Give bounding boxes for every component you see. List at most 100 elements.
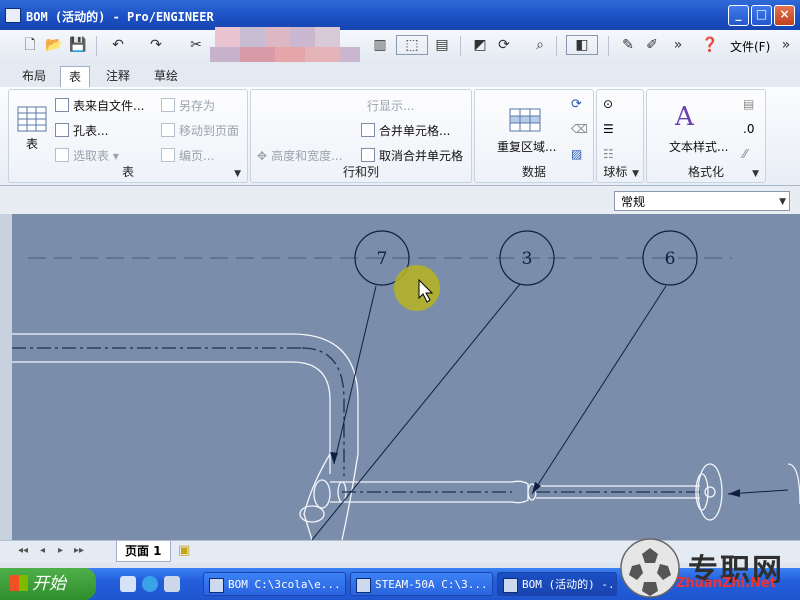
- format-group-menu-icon[interactable]: ▼: [752, 169, 759, 179]
- table-button[interactable]: 表: [15, 106, 49, 152]
- unmerge-cells-label: 取消合并单元格: [379, 149, 464, 163]
- style-select[interactable]: 常规 ▼: [614, 191, 790, 211]
- zoom-icon[interactable]: ⌕: [530, 35, 550, 55]
- table-file-icon: [55, 98, 69, 112]
- watermark-url: ZhuanZhi.Net: [676, 576, 776, 591]
- minimize-button[interactable]: _: [728, 5, 749, 26]
- help-icon[interactable]: ❓: [700, 35, 720, 55]
- redo-icon[interactable]: ↷: [146, 35, 166, 55]
- data-group-label: 数据: [521, 165, 546, 179]
- format-props-icon[interactable]: ▤: [743, 97, 754, 111]
- decimal-icon[interactable]: .0: [743, 122, 754, 136]
- ribbon: 表 表来自文件... 孔表... 选取表 ▾ 另存为 移动到页面 编页... 表…: [0, 87, 800, 186]
- drawing-canvas[interactable]: 7 3 6: [12, 214, 800, 540]
- start-label: 开始: [32, 574, 66, 594]
- repeat-region-label: 重复区域...: [497, 140, 557, 154]
- more-right-icon[interactable]: »: [776, 35, 796, 55]
- task-label: BOM C:\3cola\e...: [228, 578, 341, 591]
- window-icon: [503, 578, 518, 593]
- cut-icon[interactable]: ✂: [186, 35, 206, 55]
- drawing-svg: 7 3 6: [12, 230, 800, 540]
- rows-cols-group: ✥ 高度和宽度... 行显示... 合并单元格... 取消合并单元格 行和列: [250, 89, 472, 183]
- balloon-7-label: 7: [377, 249, 388, 269]
- unmerge-cells-button[interactable]: 取消合并单元格: [361, 147, 463, 164]
- open-folder-icon[interactable]: 📂: [44, 35, 64, 55]
- new-file-icon[interactable]: 🗋: [20, 35, 40, 55]
- task-bom-file[interactable]: BOM C:\3cola\e...: [203, 572, 346, 596]
- new-page-icon[interactable]: ▣: [178, 543, 190, 558]
- next-page-icon[interactable]: ▸: [58, 545, 63, 556]
- task-bom-active[interactable]: BOM (活动的) -...: [497, 572, 617, 596]
- merge-cells-button[interactable]: 合并单元格...: [361, 122, 450, 139]
- first-page-icon[interactable]: ◂◂: [18, 545, 28, 556]
- balloon-3-label: 3: [522, 249, 533, 269]
- tab-layout[interactable]: 布局: [14, 66, 54, 86]
- maximize-button[interactable]: □: [751, 5, 772, 26]
- windows-logo-icon: [10, 575, 28, 591]
- table-icon: [17, 106, 47, 132]
- balloon-group-label: 球标: [603, 165, 628, 179]
- app-icon: [5, 8, 21, 23]
- row-display-button[interactable]: 行显示...: [367, 97, 414, 114]
- pipe-geometry: [12, 333, 800, 540]
- undo-icon[interactable]: ↶: [108, 35, 128, 55]
- paginate-label: 编页...: [179, 149, 215, 163]
- update-icon[interactable]: ⟳: [571, 97, 582, 112]
- copy-format-icon[interactable]: ▥: [370, 35, 390, 55]
- more-icon[interactable]: »: [668, 35, 688, 55]
- eraser-icon[interactable]: ⌫: [571, 122, 588, 136]
- data-group: 重复区域... ⟳ ⌫ ▨ 数据: [474, 89, 594, 183]
- hole-table-icon: [55, 123, 69, 137]
- select-box-icon[interactable]: ⬚: [396, 35, 428, 55]
- pen-icon[interactable]: ✐: [642, 35, 662, 55]
- height-width-label: 高度和宽度...: [271, 149, 343, 163]
- start-button[interactable]: 开始: [0, 568, 96, 600]
- balloon-group-menu-icon[interactable]: ▼: [632, 169, 639, 179]
- canvas-left-strip: [0, 214, 12, 540]
- paginate-button[interactable]: 编页...: [161, 147, 214, 164]
- page-tab[interactable]: 页面 1: [116, 541, 171, 562]
- show-desktop-icon[interactable]: [120, 576, 136, 592]
- tab-annotate[interactable]: 注释: [98, 66, 138, 86]
- select-table-button[interactable]: 选取表 ▾: [55, 147, 119, 164]
- edit-icon[interactable]: ◩: [470, 35, 490, 55]
- hole-table-button[interactable]: 孔表...: [55, 122, 108, 139]
- properties-icon[interactable]: ▤: [432, 35, 452, 55]
- paint-icon[interactable]: ✎: [618, 35, 638, 55]
- task-label: STEAM-50A C:\3...: [375, 578, 488, 591]
- switch-symbol-icon[interactable]: ▨: [571, 147, 582, 161]
- balloon-list-icon[interactable]: ☰: [603, 122, 614, 136]
- close-button[interactable]: ×: [774, 5, 795, 26]
- repeat-region-button[interactable]: [495, 108, 555, 135]
- save-as-icon: [161, 98, 175, 112]
- tab-table[interactable]: 表: [60, 66, 91, 87]
- table-from-file-button[interactable]: 表来自文件...: [55, 97, 144, 114]
- unmerge-cells-icon: [361, 148, 375, 162]
- hatch-icon[interactable]: ⁄⁄: [743, 147, 747, 161]
- text-style-icon[interactable]: A: [675, 102, 694, 132]
- height-width-button[interactable]: ✥ 高度和宽度...: [257, 147, 343, 164]
- save-icon[interactable]: 💾: [68, 35, 88, 55]
- balloon-clean-icon[interactable]: ☷: [603, 147, 614, 161]
- move-to-page-button[interactable]: 移动到页面: [161, 122, 239, 139]
- repeat-region-icon: [509, 108, 541, 132]
- format-group-label: 格式化: [687, 165, 724, 179]
- display-style-icon[interactable]: ◧: [566, 35, 598, 55]
- tab-sketch[interactable]: 草绘: [146, 66, 186, 86]
- media-icon[interactable]: [164, 576, 180, 592]
- ie-icon[interactable]: [142, 576, 158, 592]
- row-display-label: 行显示...: [367, 99, 415, 113]
- table-group-menu-icon[interactable]: ▼: [234, 169, 241, 179]
- window-icon: [209, 578, 224, 593]
- regenerate-icon[interactable]: ⟳: [494, 35, 514, 55]
- window-title: BOM (活动的) - Pro/ENGINEER: [26, 10, 214, 24]
- prev-page-icon[interactable]: ◂: [40, 545, 45, 556]
- balloon-icon[interactable]: ⊙: [603, 97, 613, 111]
- move-to-page-label: 移动到页面: [179, 124, 240, 138]
- last-page-icon[interactable]: ▸▸: [74, 545, 84, 556]
- save-as-label: 另存为: [179, 99, 216, 113]
- table-group: 表 表来自文件... 孔表... 选取表 ▾ 另存为 移动到页面 编页... 表…: [8, 89, 248, 183]
- save-as-button[interactable]: 另存为: [161, 97, 215, 114]
- file-menu[interactable]: 文件(F): [730, 38, 770, 55]
- task-steam-50a[interactable]: STEAM-50A C:\3...: [350, 572, 493, 596]
